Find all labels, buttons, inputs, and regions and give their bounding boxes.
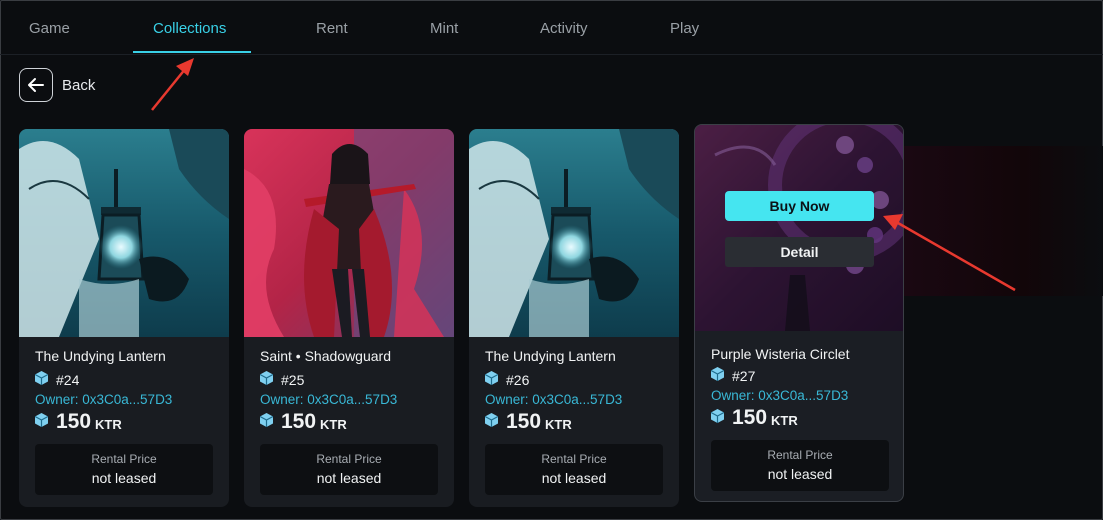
- cube-icon: [484, 412, 499, 432]
- token-id-row: #27: [710, 367, 756, 384]
- cube-icon: [484, 371, 499, 388]
- nft-image-wisteria[interactable]: Buy Now Detail: [695, 125, 903, 331]
- card-hover-overlay: [695, 125, 903, 331]
- price-row: 150 KTR: [259, 410, 347, 434]
- tab-mint[interactable]: Mint: [430, 20, 458, 37]
- tab-game[interactable]: Game: [29, 20, 70, 37]
- rental-price-label: Rental Price: [91, 452, 157, 466]
- token-id: #24: [56, 371, 80, 388]
- tab-activity[interactable]: Activity: [540, 20, 588, 37]
- detail-button[interactable]: Detail: [725, 237, 874, 267]
- background-glow: [904, 146, 1103, 296]
- rental-price-label: Rental Price: [767, 448, 833, 462]
- rental-price-box: Rental Price not leased: [35, 444, 213, 495]
- rental-price-label: Rental Price: [316, 452, 382, 466]
- nft-card-26[interactable]: The Undying Lantern #26 Owner: 0x3C0a...…: [469, 129, 679, 507]
- price-value: 150: [506, 410, 542, 433]
- owner-address[interactable]: Owner: 0x3C0a...57D3: [711, 388, 848, 403]
- cube-icon: [259, 371, 274, 388]
- rental-price-box: Rental Price not leased: [485, 444, 663, 495]
- price-value: 150: [732, 406, 768, 429]
- nft-image-saint[interactable]: [244, 129, 454, 337]
- active-tab-indicator: [133, 51, 251, 53]
- cube-icon: [34, 412, 49, 432]
- rental-price-label: Rental Price: [541, 452, 607, 466]
- buy-now-button[interactable]: Buy Now: [725, 191, 874, 221]
- token-id: #25: [281, 371, 305, 388]
- tab-play[interactable]: Play: [670, 20, 699, 37]
- price-currency: KTR: [320, 417, 347, 432]
- token-id: #26: [506, 371, 530, 388]
- rental-price-box: Rental Price not leased: [711, 440, 889, 491]
- token-id-row: #26: [484, 371, 530, 388]
- owner-address[interactable]: Owner: 0x3C0a...57D3: [485, 392, 622, 407]
- price-value: 150: [281, 410, 317, 433]
- nav-tabs: Game Collections Rent Mint Activity Play: [0, 0, 1103, 55]
- rental-price-value: not leased: [91, 470, 157, 486]
- price-row: 150 KTR: [710, 406, 798, 430]
- tab-collections[interactable]: Collections: [153, 20, 226, 37]
- nft-image-lantern[interactable]: [19, 129, 229, 337]
- nft-card-24[interactable]: The Undying Lantern #24 Owner: 0x3C0a...…: [19, 129, 229, 507]
- token-id-row: #24: [34, 371, 80, 388]
- nft-title: Saint • Shadowguard: [260, 348, 391, 364]
- price-row: 150 KTR: [484, 410, 572, 434]
- rental-price-value: not leased: [767, 466, 833, 482]
- nft-image-lantern[interactable]: [469, 129, 679, 337]
- cube-icon: [710, 408, 725, 428]
- owner-address[interactable]: Owner: 0x3C0a...57D3: [260, 392, 397, 407]
- rental-price-box: Rental Price not leased: [260, 444, 438, 495]
- arrow-left-icon[interactable]: [19, 68, 53, 102]
- price-value: 150: [56, 410, 92, 433]
- owner-address[interactable]: Owner: 0x3C0a...57D3: [35, 392, 172, 407]
- cube-icon: [34, 371, 49, 388]
- price-currency: KTR: [771, 413, 798, 428]
- cube-icon: [710, 367, 725, 384]
- nft-title: The Undying Lantern: [485, 348, 616, 364]
- rental-price-value: not leased: [316, 470, 382, 486]
- nft-title: Purple Wisteria Circlet: [711, 346, 850, 362]
- back-button[interactable]: Back: [19, 68, 95, 102]
- rental-price-value: not leased: [541, 470, 607, 486]
- price-row: 150 KTR: [34, 410, 122, 434]
- price-currency: KTR: [545, 417, 572, 432]
- back-label[interactable]: Back: [62, 77, 95, 94]
- token-id: #27: [732, 367, 756, 384]
- price-currency: KTR: [95, 417, 122, 432]
- nft-title: The Undying Lantern: [35, 348, 166, 364]
- token-id-row: #25: [259, 371, 305, 388]
- tab-rent[interactable]: Rent: [316, 20, 348, 37]
- nft-card-25[interactable]: Saint • Shadowguard #25 Owner: 0x3C0a...…: [244, 129, 454, 507]
- nft-card-27[interactable]: Buy Now Detail Purple Wisteria Circlet #…: [694, 124, 904, 502]
- cube-icon: [259, 412, 274, 432]
